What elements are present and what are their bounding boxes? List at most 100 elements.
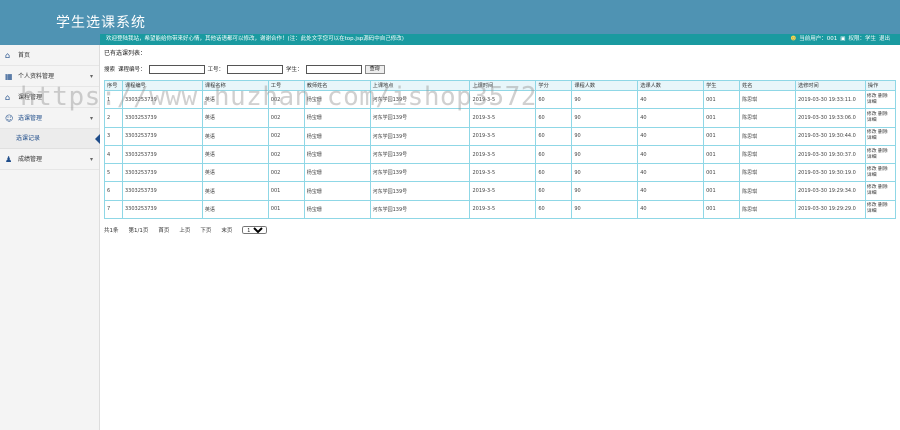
table-cell: 2019-03-30 19:30:19.0 [794, 163, 866, 183]
table-cell: 河东学园139号 [369, 181, 471, 201]
sidebar-subitem-records[interactable]: 选课记录 [0, 129, 100, 149]
row-actions: 修改 删除 详细 [864, 108, 897, 128]
table-cell: 90 [571, 181, 639, 201]
table-cell: 60 [535, 181, 573, 201]
last-page-link[interactable]: 末页 [221, 226, 232, 234]
table-cell: 4 [104, 144, 123, 165]
table-cell: 60 [535, 89, 573, 110]
table-cell: 90 [571, 126, 639, 146]
detail-link[interactable]: 详细 [867, 118, 877, 123]
delete-link[interactable]: 删除 [878, 149, 888, 154]
grid-icon: ▦ [5, 72, 13, 81]
detail-link[interactable]: 详细 [867, 155, 877, 160]
table-cell: 002 [267, 144, 305, 165]
table-cell: 2019-3-5 [469, 199, 537, 220]
sidebar-item-label: 选课管理 [18, 115, 43, 122]
table-cell: 40 [637, 163, 705, 183]
logout-link[interactable]: 退出 [879, 34, 890, 45]
edit-link[interactable]: 修改 [867, 149, 877, 154]
col-header: 姓名 [739, 80, 796, 91]
search-label: 搜索 [104, 67, 116, 73]
table-cell: 河东学园139号 [369, 144, 471, 165]
course-no-input[interactable] [148, 64, 205, 74]
table-cell: 90 [571, 89, 639, 110]
table-cell: 2019-3-5 [469, 144, 537, 165]
table-cell: 3 [104, 126, 123, 146]
first-page-link[interactable]: 首页 [158, 226, 169, 234]
chevron-down-icon: ▾ [89, 156, 93, 163]
selection-table: 序号 课程编号 课程名称 工号 教师姓名 上课地点 上课时间 学分 课程人数 选… [104, 80, 897, 220]
table-cell: 90 [571, 144, 639, 165]
table-header-row: 序号 课程编号 课程名称 工号 教师姓名 上课地点 上课时间 学分 课程人数 选… [104, 80, 897, 91]
detail-link[interactable]: 详细 [867, 173, 877, 178]
table-cell: 2019-3-5 [469, 126, 537, 146]
student-no-input[interactable] [305, 64, 362, 74]
table-cell: 001 [703, 181, 741, 201]
table-cell: 40 [637, 181, 705, 201]
delete-link[interactable]: 删除 [878, 185, 888, 190]
table-cell: 2019-3-5 [469, 108, 537, 128]
prev-page-link[interactable]: 上页 [179, 226, 190, 234]
edit-link[interactable]: 修改 [867, 167, 877, 172]
search-button[interactable]: 查询 [364, 64, 385, 74]
table-cell: 40 [637, 108, 705, 128]
job-no-input[interactable] [227, 64, 284, 74]
table-cell: 英语 [201, 89, 269, 110]
delete-link[interactable]: 删除 [878, 167, 888, 172]
sidebar-item-label: 个人资料管理 [18, 73, 55, 80]
delete-link[interactable]: 删除 [878, 130, 888, 135]
col-header: 课程编号 [121, 80, 203, 91]
table-cell: 杨宝珊 [303, 199, 371, 220]
table-cell: 3303253739 [121, 144, 203, 165]
user-icon: ♟ [5, 155, 13, 164]
table-cell: 陈思琪 [739, 108, 796, 128]
sidebar-item-home[interactable]: ⌂ 首页 [0, 45, 99, 66]
table-cell: 2019-3-5 [469, 181, 537, 201]
table-cell: 2019-03-30 19:33:11.0 [794, 89, 866, 110]
delete-link[interactable]: 删除 [878, 94, 888, 99]
app-title: 学生选课系统 [56, 15, 146, 31]
table-cell: 60 [535, 199, 573, 220]
detail-link[interactable]: 详细 [867, 191, 877, 196]
table-row: 1 3303253739 英语 002 杨宝珊 河东学园139号 2019-3-5 60 90 4… [104, 89, 897, 110]
next-page-link[interactable]: 下页 [200, 226, 211, 234]
delete-link[interactable]: 删除 [878, 203, 888, 208]
table-cell: 英语 [201, 181, 269, 201]
detail-link[interactable]: 详细 [867, 136, 877, 141]
sidebar-item-profile[interactable]: ▦ 个人资料管理 ▾ [0, 66, 99, 87]
col-header: 序号 [104, 80, 123, 91]
table-cell: 001 [267, 181, 305, 201]
table-cell: 3303253739 [121, 89, 203, 110]
table-cell: 60 [535, 144, 573, 165]
edit-link[interactable]: 修改 [867, 130, 877, 135]
edit-link[interactable]: 修改 [867, 185, 877, 190]
edit-link[interactable]: 修改 [867, 94, 877, 99]
table-cell: 杨宝珊 [303, 89, 371, 110]
edit-link[interactable]: 修改 [867, 203, 877, 208]
sidebar-item-grades[interactable]: ♟ 成绩管理 ▾ [0, 149, 99, 170]
current-user: 当前用户：001 [799, 36, 838, 42]
table-row: 6 3303253739 英语 001 杨宝珊 河东学园139号 2019-3-5 60 90 4… [104, 181, 897, 201]
col-header: 上课时间 [469, 80, 537, 91]
active-indicator-icon [95, 134, 100, 144]
table-cell: 002 [267, 126, 305, 146]
page-select[interactable]: 1 [242, 226, 268, 235]
detail-link[interactable]: 详细 [867, 100, 877, 105]
table-cell: 001 [703, 199, 741, 220]
sidebar-item-label: 成绩管理 [18, 156, 43, 163]
sidebar-item-selection[interactable]: ☺ 选课管理 ▾ [0, 108, 99, 129]
col-header: 课程名称 [201, 80, 269, 91]
detail-link[interactable]: 详细 [867, 209, 877, 214]
table-cell: 002 [267, 163, 305, 183]
table-row: 2 3303253739 英语 002 杨宝珊 河东学园139号 2019-3-5 60 90 4… [104, 108, 897, 128]
table-cell: 001 [703, 163, 741, 183]
delete-link[interactable]: 删除 [878, 112, 888, 117]
sidebar-item-courses[interactable]: ⌂ 课程管理 [0, 87, 99, 108]
user-info: ☻ 当前用户：001 ▣ 权限：学生 退出 [791, 34, 890, 45]
edit-link[interactable]: 修改 [867, 112, 877, 117]
table-cell: 60 [535, 108, 573, 128]
table-cell: 1 [104, 89, 123, 110]
table-cell: 河东学园139号 [369, 89, 471, 110]
col-header: 教师姓名 [303, 80, 371, 91]
row-actions: 修改 删除 详细 [864, 89, 897, 110]
